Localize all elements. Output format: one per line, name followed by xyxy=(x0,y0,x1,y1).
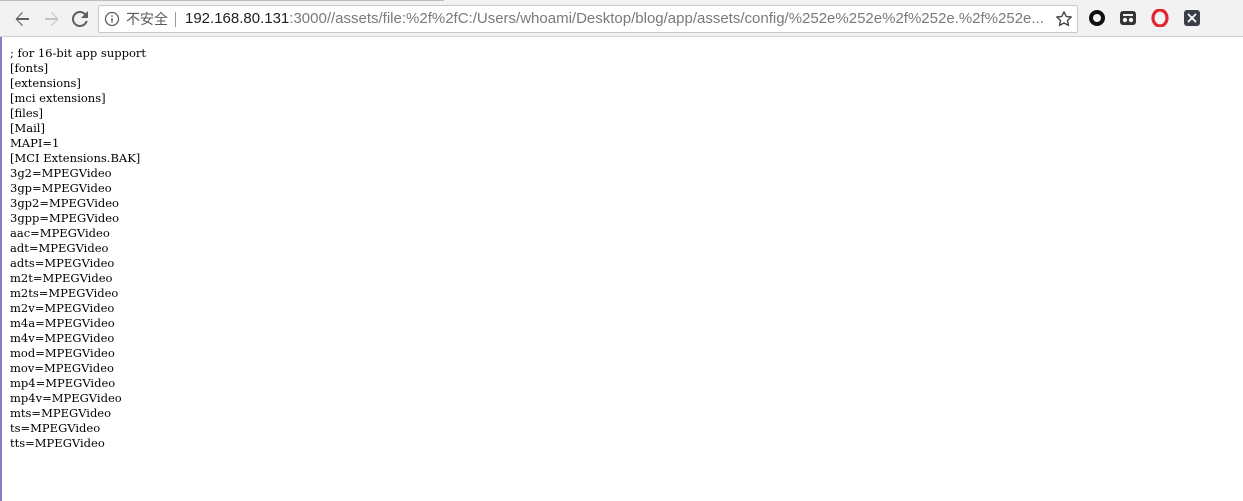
reload-icon xyxy=(72,11,88,27)
file-line: m4a=MPEGVideo xyxy=(10,316,115,330)
file-line: [fonts] xyxy=(10,61,49,75)
info-circle-icon[interactable] xyxy=(104,11,120,27)
arrow-left-icon xyxy=(14,11,30,27)
window-left-edge xyxy=(0,37,2,501)
file-line: [files] xyxy=(10,106,44,120)
omnibox-divider xyxy=(175,12,176,27)
back-button[interactable] xyxy=(9,6,35,32)
x-square-icon xyxy=(1184,9,1200,31)
file-line: ; for 16-bit app support xyxy=(10,46,147,60)
url-host: 192.168.80.131 xyxy=(185,10,290,27)
star-outline-icon[interactable] xyxy=(1055,10,1073,28)
file-line: mp4=MPEGVideo xyxy=(10,376,116,390)
file-line: adt=MPEGVideo xyxy=(10,241,109,255)
file-line: tts=MPEGVideo xyxy=(10,436,105,450)
file-line: 3gp=MPEGVideo xyxy=(10,181,112,195)
browser-toolbar: 不安全 192.168.80.131:3000//assets/file:%2f… xyxy=(0,3,1243,37)
file-contents: ; for 16-bit app support [fonts] [extensio… xyxy=(10,46,146,451)
file-line: m2t=MPEGVideo xyxy=(10,271,113,285)
file-line: [MCI Extensions.BAK] xyxy=(10,151,141,165)
forward-button[interactable] xyxy=(39,6,65,32)
extension-circle-button[interactable] xyxy=(1088,9,1106,32)
extension-x-button[interactable] xyxy=(1183,9,1201,31)
circle-ring-icon xyxy=(1088,9,1106,32)
file-line: mod=MPEGVideo xyxy=(10,346,115,360)
file-line: aac=MPEGVideo xyxy=(10,226,110,240)
extension-opera-button[interactable] xyxy=(1151,7,1169,32)
file-line: mts=MPEGVideo xyxy=(10,406,112,420)
active-tab-edge xyxy=(0,0,444,1)
file-line: MAPI=1 xyxy=(10,136,60,150)
url-text[interactable]: 192.168.80.131:3000//assets/file:%2f%2fC… xyxy=(185,6,1045,32)
address-bar[interactable]: 不安全 192.168.80.131:3000//assets/file:%2f… xyxy=(98,5,1078,33)
file-line: m4v=MPEGVideo xyxy=(10,331,115,345)
reload-button[interactable] xyxy=(67,6,93,32)
file-line: ts=MPEGVideo xyxy=(10,421,101,435)
opera-o-icon xyxy=(1151,7,1169,32)
file-line: [Mail] xyxy=(10,121,45,135)
file-line: 3g2=MPEGVideo xyxy=(10,166,112,180)
arrow-right-icon xyxy=(44,11,60,27)
file-line: mp4v=MPEGVideo xyxy=(10,391,122,405)
url-path: :3000//assets/file:%2f%2fC:/Users/whoami… xyxy=(289,10,1045,27)
incognito-glasses-icon xyxy=(1119,9,1137,32)
file-line: m2ts=MPEGVideo xyxy=(10,286,119,300)
file-line: m2v=MPEGVideo xyxy=(10,301,115,315)
file-line: adts=MPEGVideo xyxy=(10,256,115,270)
file-line: 3gpp=MPEGVideo xyxy=(10,211,120,225)
file-line: [mci extensions] xyxy=(10,91,106,105)
extension-incognito-button[interactable] xyxy=(1119,9,1137,32)
file-line: [extensions] xyxy=(10,76,81,90)
file-line: mov=MPEGVideo xyxy=(10,361,114,375)
page-content: ; for 16-bit app support [fonts] [extensio… xyxy=(0,37,1243,501)
security-label[interactable]: 不安全 xyxy=(126,6,168,32)
browser-window: 不安全 192.168.80.131:3000//assets/file:%2f… xyxy=(0,0,1243,501)
file-line: 3gp2=MPEGVideo xyxy=(10,196,119,210)
